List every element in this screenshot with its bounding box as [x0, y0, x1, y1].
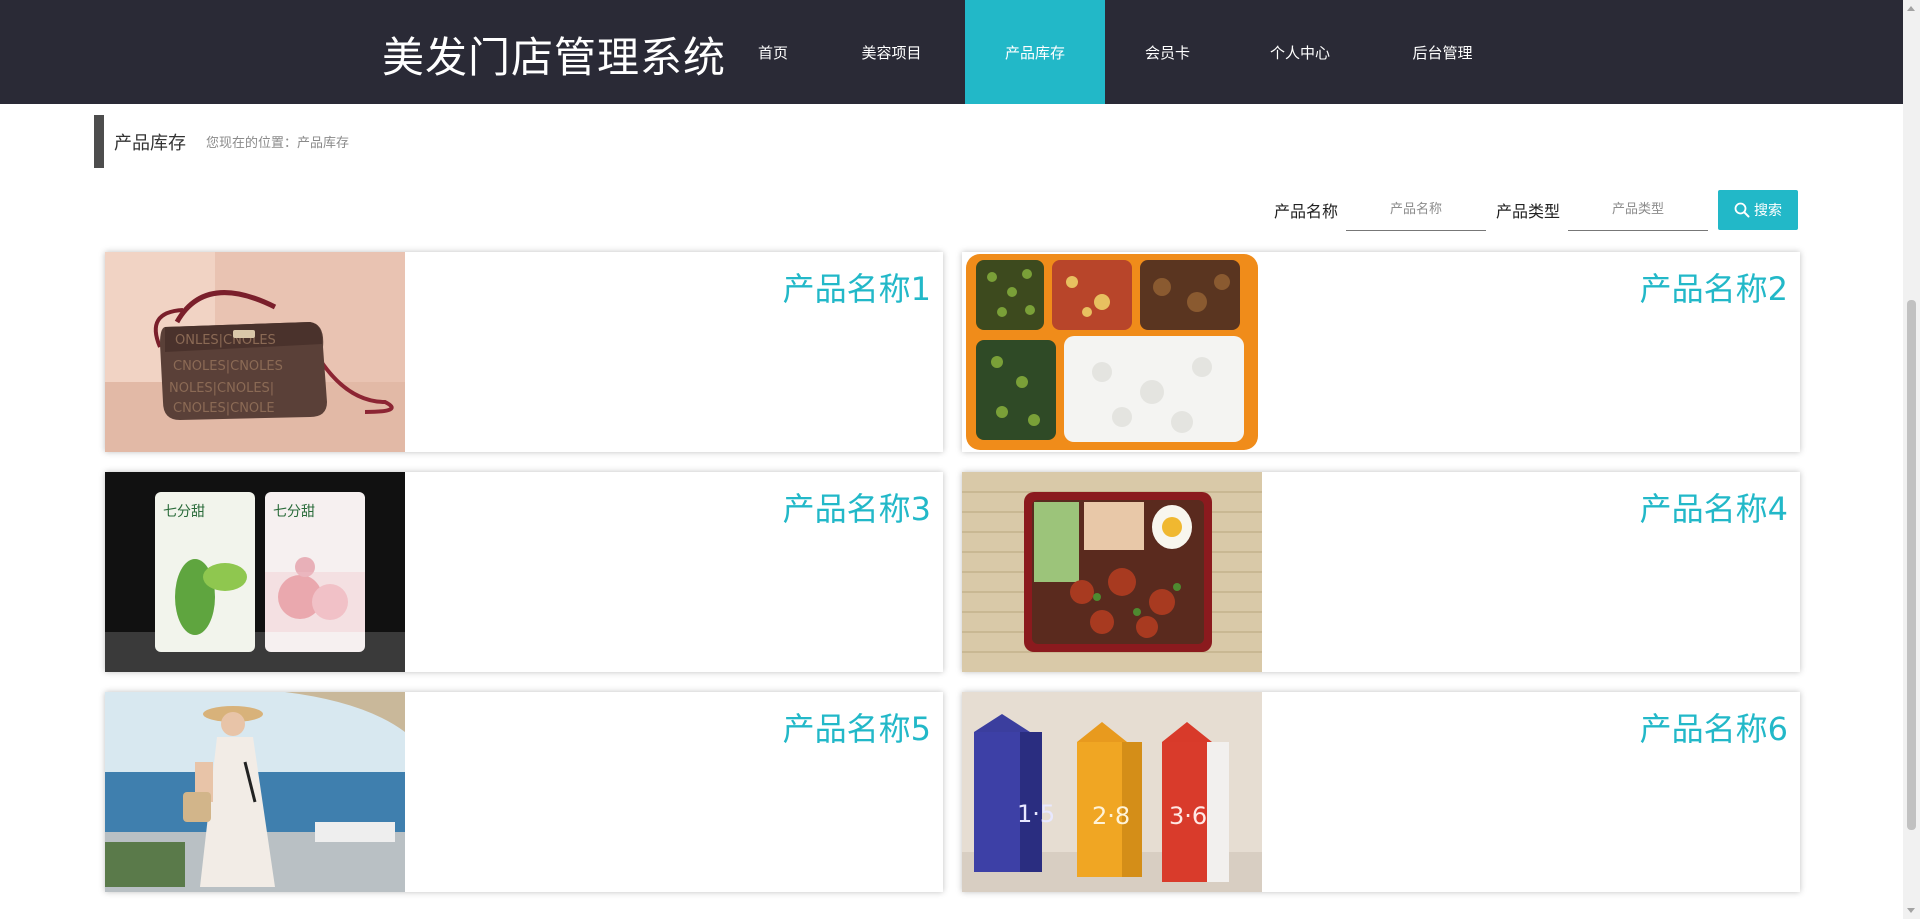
product-image-bento-red [962, 472, 1262, 672]
nav-admin[interactable]: 后台管理 [1370, 0, 1515, 104]
page-title: 产品库存 [114, 132, 186, 154]
nav-beauty-projects[interactable]: 美容项目 [818, 0, 965, 104]
page: 美发门店管理系统 首页 美容项目 产品库存 会员卡 个人中心 后台管理 产品库存… [0, 0, 1920, 919]
svg-text:CNOLES|CNOLE: CNOLES|CNOLE [173, 401, 275, 416]
search-bar: 产品名称 产品类型 搜索 [1273, 189, 1798, 231]
product-image-bento-orange [962, 252, 1262, 452]
product-name-input[interactable] [1345, 189, 1486, 231]
product-image-woman-seaside [105, 692, 405, 892]
svg-text:2·8: 2·8 [1092, 802, 1130, 830]
svg-text:ONLES|CNOLES: ONLES|CNOLES [175, 333, 276, 348]
product-name: 产品名称6 [1639, 710, 1788, 748]
product-card[interactable]: 产品名称4 [962, 472, 1800, 672]
nav-member-card[interactable]: 会员卡 [1105, 0, 1230, 104]
product-card[interactable]: 七分甜 七分甜 产品名称3 [105, 472, 943, 672]
brand-title: 美发门店管理系统 [382, 33, 727, 82]
scroll-up-arrow-icon[interactable] [1907, 6, 1915, 11]
svg-text:CNOLES|CNOLES: CNOLES|CNOLES [173, 359, 283, 374]
product-card[interactable]: 产品名称2 [962, 252, 1800, 452]
product-card[interactable]: 1·5 2·8 3·6 产品名称6 [962, 692, 1800, 892]
product-name: 产品名称1 [782, 270, 931, 308]
product-name: 产品名称2 [1639, 270, 1788, 308]
product-name-label: 产品名称 [1273, 202, 1338, 221]
main-nav: 首页 美容项目 产品库存 会员卡 个人中心 后台管理 [728, 0, 1515, 104]
search-icon [1734, 202, 1750, 218]
product-image-face-masks: 七分甜 七分甜 [105, 472, 405, 672]
product-type-input[interactable] [1568, 189, 1708, 231]
page-scrollbar[interactable] [1903, 0, 1920, 919]
svg-text:七分甜: 七分甜 [273, 504, 315, 520]
top-navbar: 美发门店管理系统 首页 美容项目 产品库存 会员卡 个人中心 后台管理 [0, 0, 1903, 104]
svg-text:七分甜: 七分甜 [163, 504, 205, 520]
search-button[interactable]: 搜索 [1718, 190, 1798, 230]
product-name: 产品名称4 [1639, 490, 1788, 528]
scroll-down-arrow-icon[interactable] [1907, 908, 1915, 913]
product-name: 产品名称3 [782, 490, 931, 528]
product-type-label: 产品类型 [1495, 202, 1560, 221]
product-card[interactable]: CNOLES|CNOLES NOLES|CNOLES| CNOLES|CNOLE… [105, 252, 943, 452]
nav-personal-center[interactable]: 个人中心 [1230, 0, 1370, 104]
breadcrumb-location: 您现在的位置：产品库存 [206, 136, 350, 151]
product-image-milk-cartons: 1·5 2·8 3·6 [962, 692, 1262, 892]
svg-text:3·6: 3·6 [1169, 802, 1207, 830]
scroll-thumb[interactable] [1907, 300, 1916, 830]
product-card[interactable]: 产品名称5 [105, 692, 943, 892]
product-image-handbag: CNOLES|CNOLES NOLES|CNOLES| CNOLES|CNOLE… [105, 252, 405, 452]
nav-product-stock[interactable]: 产品库存 [965, 0, 1105, 104]
breadcrumb: 产品库存 您现在的位置：产品库存 [94, 115, 349, 168]
search-button-label: 搜索 [1754, 203, 1782, 219]
svg-text:NOLES|CNOLES|: NOLES|CNOLES| [169, 381, 274, 396]
nav-home[interactable]: 首页 [728, 0, 818, 104]
svg-text:1·5: 1·5 [1017, 800, 1055, 828]
product-name: 产品名称5 [782, 710, 931, 748]
